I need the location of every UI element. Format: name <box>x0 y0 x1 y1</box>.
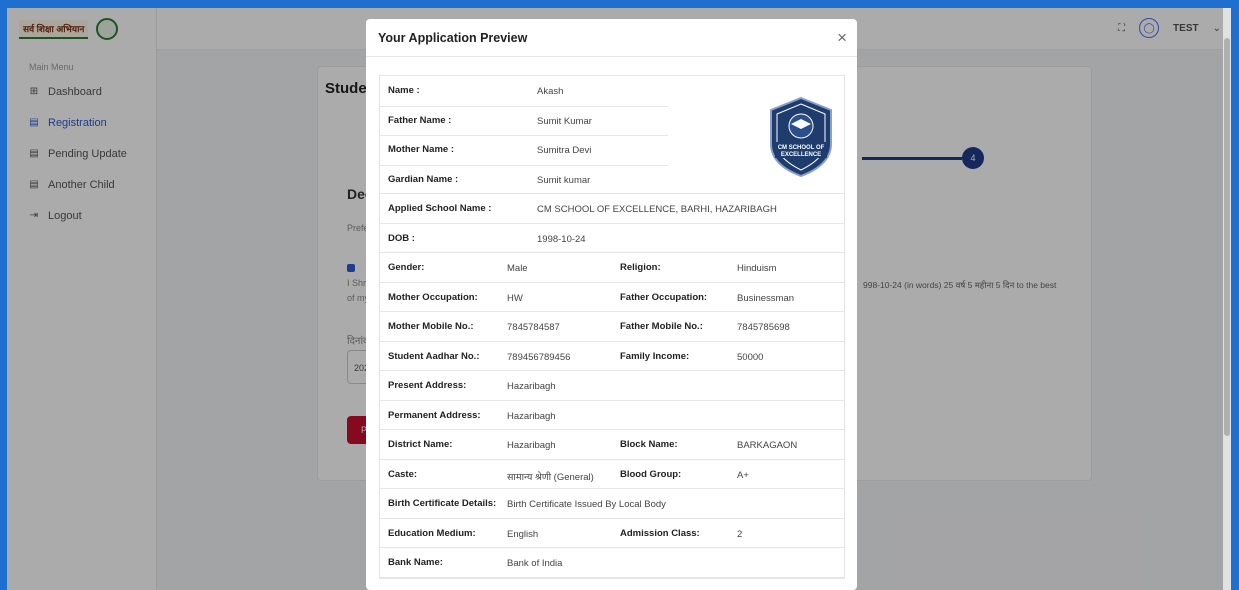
field-label: Blood Group: <box>620 468 682 480</box>
field-label: Permanent Address: <box>388 409 481 421</box>
field-label: Father Occupation: <box>620 291 708 303</box>
field-value: Sumit Kumar <box>537 115 592 127</box>
scrollbar-thumb[interactable] <box>1224 38 1230 436</box>
field-value: सामान्य श्रेणी (General) <box>507 471 594 483</box>
field-label: DOB : <box>388 232 415 244</box>
field-label: Admission Class: <box>620 527 700 539</box>
svg-text:EXCELLENCE: EXCELLENCE <box>781 152 821 158</box>
field-label: Caste: <box>388 468 418 480</box>
field-value: Male <box>507 263 528 274</box>
svg-text:CM SCHOOL OF: CM SCHOOL OF <box>778 145 825 151</box>
field-value: English <box>507 528 539 540</box>
field-row: Present Address: Hazaribagh <box>380 371 844 401</box>
field-label: Bank Name: <box>388 557 443 568</box>
field-label: Religion: <box>620 262 661 273</box>
school-logo: CM SCHOOL OF EXCELLENCE <box>770 96 832 178</box>
field-row: Birth Certificate Details: Birth Certific… <box>380 489 844 519</box>
field-label: Education Medium: <box>388 527 476 539</box>
close-icon[interactable]: × <box>837 29 847 46</box>
field-label: Name : <box>388 85 420 96</box>
field-label: Gardian Name : <box>388 173 459 185</box>
field-value: CM SCHOOL OF EXCELLENCE, BARHI, HAZARIBA… <box>537 204 777 215</box>
field-row: Caste: सामान्य श्रेणी (General) Blood Grou… <box>380 460 844 489</box>
application-preview-modal: Your Application Preview × Name : Akash … <box>366 19 857 590</box>
scrollbar[interactable] <box>1223 8 1231 590</box>
field-value: 7845784587 <box>507 322 560 333</box>
field-label: Block Name: <box>620 439 678 450</box>
preview-table: Name : Akash Father Name : Sumit Kumar M… <box>379 75 845 579</box>
field-value: 50000 <box>737 351 764 363</box>
field-label: Applied School Name : <box>388 203 492 214</box>
field-value: 789456789456 <box>507 351 571 363</box>
field-row: Gender: Male Religion: Hinduism <box>380 253 844 283</box>
field-label: Father Name : <box>388 114 452 126</box>
field-label: Family Income: <box>620 350 690 362</box>
field-value: Akash <box>537 86 564 97</box>
field-row: Bank Name: Bank of India <box>380 548 844 578</box>
field-label: Father Mobile No.: <box>620 321 703 332</box>
field-label: Student Aadhar No.: <box>388 350 480 362</box>
field-label: Mother Mobile No.: <box>388 321 474 332</box>
field-label: Mother Occupation: <box>388 291 478 303</box>
field-value: Businessman <box>737 292 795 304</box>
field-row: Mother Occupation: HW Father Occupation: Bu… <box>380 283 844 312</box>
field-row: Permanent Address: Hazaribagh <box>380 401 844 430</box>
field-value: Hinduism <box>737 263 777 274</box>
field-value: HW <box>507 292 523 304</box>
field-value: 1998-10-24 <box>537 233 586 245</box>
field-value: 2 <box>737 528 743 540</box>
field-label: Birth Certificate Details: <box>388 498 497 509</box>
field-value: Hazaribagh <box>507 440 556 451</box>
modal-header: Your Application Preview × <box>366 19 857 57</box>
field-row-school: Applied School Name : CM SCHOOL OF EXCEL… <box>380 194 844 224</box>
modal-title: Your Application Preview <box>378 30 528 45</box>
field-value: Hazaribagh <box>507 381 556 392</box>
field-row: Mother Mobile No.: 7845784587 Father Mobil… <box>380 312 844 342</box>
field-value: Sumitra Devi <box>537 145 592 156</box>
field-label: District Name: <box>388 439 453 450</box>
field-label: Present Address: <box>388 380 467 391</box>
field-value: Birth Certificate Issued By Local Body <box>507 499 666 510</box>
field-row-dob: DOB : 1998-10-24 <box>380 224 844 253</box>
field-label: Mother Name : <box>388 144 454 155</box>
field-value: Bank of India <box>507 558 563 569</box>
field-row: Education Medium: English Admission Class:… <box>380 519 844 548</box>
field-value: Hazaribagh <box>507 410 556 422</box>
field-value: 7845785698 <box>737 322 790 333</box>
field-label: Gender: <box>388 262 425 273</box>
field-value: Sumit kumar <box>537 174 591 186</box>
field-value: BARKAGAON <box>737 440 798 451</box>
field-row: Student Aadhar No.: 789456789456 Family In… <box>380 342 844 371</box>
field-row: District Name: Hazaribagh Block Name: BARKA… <box>380 430 844 460</box>
field-value: A+ <box>737 469 749 481</box>
